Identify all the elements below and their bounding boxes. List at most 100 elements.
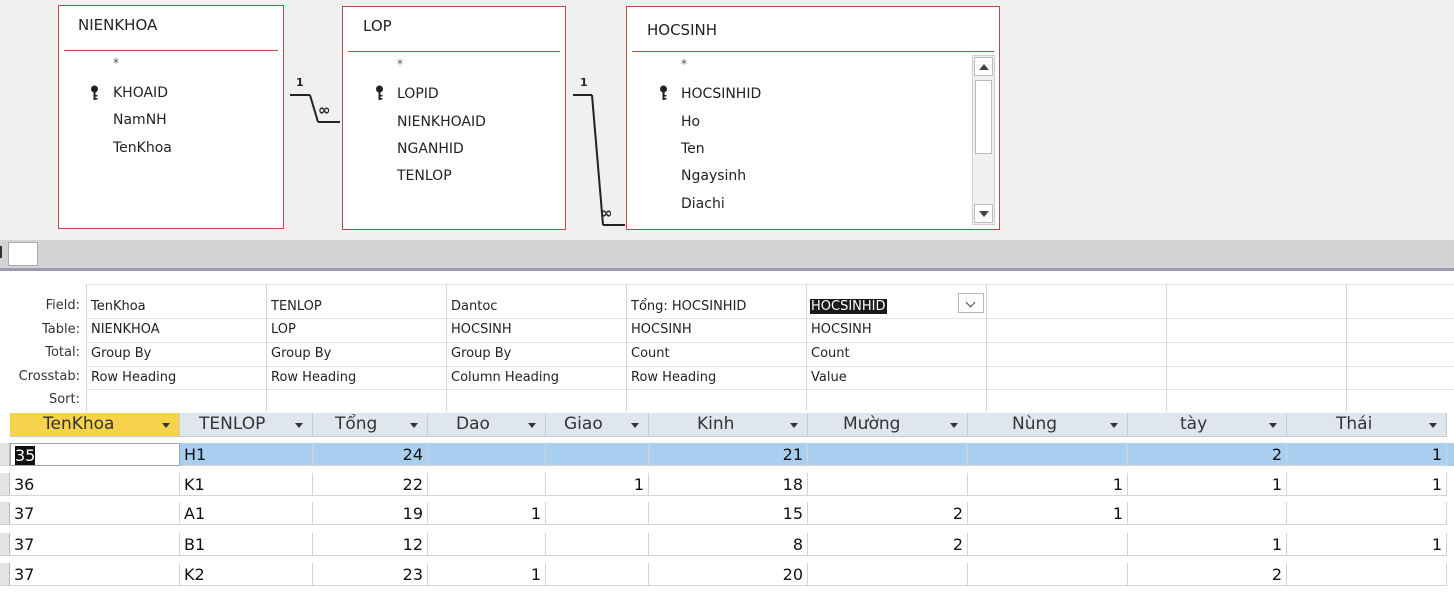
table-cell[interactable]: 1: [968, 502, 1128, 525]
total-cell[interactable]: Group By: [91, 346, 151, 361]
row-selector[interactable]: [0, 473, 10, 496]
table-cell[interactable]: 35: [10, 443, 180, 466]
field-cell[interactable]: Dantoc: [451, 299, 497, 314]
table-nienkhoa[interactable]: NIENKHOA * KHOAID NamNH TenKhoa: [58, 5, 284, 229]
column-header-tay[interactable]: tày: [1128, 413, 1287, 437]
crosstab-cell[interactable]: Row Heading: [271, 370, 356, 385]
sort-filter-caret-icon[interactable]: [528, 423, 536, 428]
table-row[interactable]: 35 H1 24 21 2 1: [0, 443, 1454, 466]
table-cell[interactable]: 22: [313, 473, 428, 496]
sort-filter-caret-icon[interactable]: [1269, 423, 1277, 428]
sort-filter-caret-icon[interactable]: [950, 423, 958, 428]
total-cell[interactable]: Count: [631, 346, 670, 361]
table-cell[interactable]: 1: [428, 563, 546, 586]
field-item[interactable]: KHOAID: [113, 85, 168, 101]
table-cell[interactable]: 36: [10, 473, 180, 496]
table-row[interactable]: 37 B1 12 8 2 1 1: [0, 533, 1454, 556]
column-header-muong[interactable]: Mường: [808, 413, 968, 437]
crosstab-cell[interactable]: Column Heading: [451, 370, 559, 385]
table-row[interactable]: 37 K2 23 1 20 2: [0, 563, 1454, 586]
field-item[interactable]: Ho: [681, 114, 700, 130]
table-cell[interactable]: [968, 563, 1128, 586]
column-header-thai[interactable]: Thái: [1287, 413, 1447, 437]
column-header-nung[interactable]: Nùng: [968, 413, 1128, 437]
column-header-tenlop[interactable]: TENLOP: [180, 413, 313, 437]
sort-filter-caret-icon[interactable]: [295, 423, 303, 428]
field-item[interactable]: LOPID: [397, 86, 439, 102]
table-cell[interactable]: 37: [10, 563, 180, 586]
field-cell[interactable]: TENLOP: [271, 299, 322, 314]
field-cell[interactable]: Tổng: HOCSINHID: [631, 299, 746, 314]
field-all[interactable]: *: [397, 57, 403, 71]
table-cell[interactable]: 37: [10, 502, 180, 525]
field-item[interactable]: NamNH: [113, 112, 167, 128]
field-all[interactable]: *: [113, 56, 119, 70]
field-item[interactable]: Ngaysinh: [681, 168, 746, 184]
table-cell[interactable]: 15: [649, 502, 808, 525]
table-cell[interactable]: 1: [1128, 473, 1287, 496]
column-header-kinh[interactable]: Kinh: [649, 413, 808, 437]
table-hocsinh[interactable]: HOCSINH * HOCSINHID Ho Ten Ngaysinh Diac…: [626, 6, 1000, 230]
field-dropdown-button[interactable]: [958, 293, 984, 313]
table-cell[interactable]: 2: [808, 502, 968, 525]
column-header-tong[interactable]: Tổng: [313, 413, 428, 437]
field-item[interactable]: HOCSINHID: [681, 86, 761, 102]
sort-filter-caret-icon[interactable]: [410, 423, 418, 428]
table-cell[interactable]: 20: [649, 563, 808, 586]
table-cell[interactable]: 19: [313, 502, 428, 525]
crosstab-cell[interactable]: Row Heading: [91, 370, 176, 385]
sort-filter-caret-icon[interactable]: [1429, 423, 1437, 428]
column-header-tenkhoa[interactable]: TenKhoa: [10, 413, 180, 437]
table-cell[interactable]: [546, 443, 649, 466]
crosstab-cell[interactable]: Row Heading: [631, 370, 716, 385]
table-cell[interactable]: 1: [1287, 443, 1447, 466]
row-selector[interactable]: [0, 533, 10, 556]
table-row[interactable]: 36 K1 22 1 18 1 1 1: [0, 473, 1454, 496]
field-cell[interactable]: TenKhoa: [91, 299, 146, 314]
table-cell[interactable]: K2: [180, 563, 313, 586]
table-cell[interactable]: [968, 443, 1128, 466]
table-cell[interactable]: 23: [313, 563, 428, 586]
row-selector[interactable]: [0, 443, 10, 466]
table-cell[interactable]: 8: [649, 533, 808, 556]
table-cell[interactable]: [808, 443, 968, 466]
table-title[interactable]: NIENKHOA: [78, 16, 157, 34]
table-cell[interactable]: H1: [180, 443, 313, 466]
scroll-thumb[interactable]: [975, 80, 992, 154]
field-item[interactable]: Ten: [681, 141, 705, 157]
table-cell[interactable]: 1: [1287, 473, 1447, 496]
table-cell[interactable]: [546, 563, 649, 586]
field-item[interactable]: NIENKHOAID: [397, 114, 486, 130]
table-cell[interactable]: 1: [1287, 533, 1447, 556]
table-cell[interactable]: 2: [1128, 443, 1287, 466]
table-cell[interactable]: [428, 443, 546, 466]
table-cell[interactable]: [1128, 502, 1287, 525]
table-cell[interactable]: [1287, 502, 1447, 525]
table-cell[interactable]: 18: [649, 473, 808, 496]
table-cell[interactable]: K1: [180, 473, 313, 496]
table-cell[interactable]: 1: [1128, 533, 1287, 556]
table-cell[interactable]: LOP: [271, 322, 296, 337]
table-cell[interactable]: [546, 502, 649, 525]
table-cell[interactable]: B1: [180, 533, 313, 556]
field-item[interactable]: NGANHID: [397, 141, 464, 157]
sort-filter-caret-icon[interactable]: [162, 423, 170, 428]
table-cell[interactable]: [428, 473, 546, 496]
sort-filter-caret-icon[interactable]: [631, 423, 639, 428]
table-lop[interactable]: LOP * LOPID NIENKHOAID NGANHID TENLOP: [342, 6, 566, 230]
table-cell[interactable]: NIENKHOA: [91, 322, 160, 337]
table-cell[interactable]: 1: [968, 473, 1128, 496]
column-header-giao[interactable]: Giao: [546, 413, 649, 437]
table-cell[interactable]: [968, 533, 1128, 556]
table-cell[interactable]: HOCSINH: [811, 322, 872, 337]
table-cell[interactable]: [546, 533, 649, 556]
scroll-down-button[interactable]: [974, 204, 993, 223]
field-cell-selected[interactable]: HOCSINHID: [810, 299, 887, 314]
table-cell[interactable]: 2: [1128, 563, 1287, 586]
crosstab-cell[interactable]: Value: [811, 370, 847, 385]
table-cell[interactable]: 2: [808, 533, 968, 556]
scroll-up-button[interactable]: [974, 57, 993, 76]
splitter-box[interactable]: [8, 242, 38, 266]
table-title[interactable]: LOP: [363, 17, 392, 35]
field-item[interactable]: TenKhoa: [113, 140, 172, 156]
